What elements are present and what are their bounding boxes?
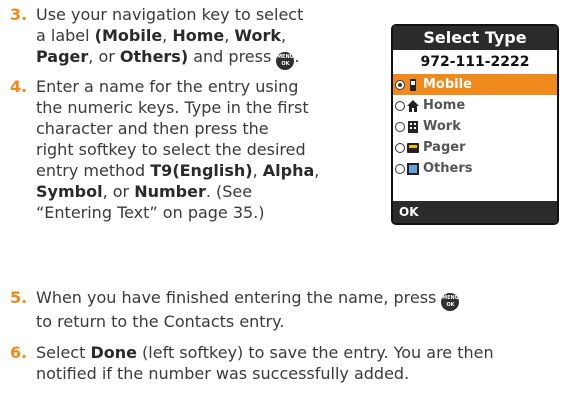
pager-icon <box>407 142 419 153</box>
step-text-line: Pager, or Others) and press MENU OK. <box>36 46 303 70</box>
step-text-line: Select Done (left softkey) to save the e… <box>36 343 494 362</box>
step-text-line: entry method T9(English), Alpha, <box>36 161 320 180</box>
step-text-line: When you have finished entering the name… <box>36 287 460 311</box>
option-label: Home <box>423 98 466 113</box>
house-icon <box>407 99 419 112</box>
step-text-line: notified if the number was successfully … <box>36 364 410 383</box>
menu-ok-button-icon: MENU OK <box>276 52 295 70</box>
step-text-line: Enter a name for the entry using <box>36 77 299 96</box>
option-label: Mobile <box>423 77 472 92</box>
option-label: Work <box>423 119 461 134</box>
screen-title: Select Type <box>393 26 557 50</box>
radio-icon <box>395 163 405 174</box>
step-number: 4. <box>10 77 28 96</box>
radio-icon <box>395 121 405 132</box>
contact-number: 972-111-2222 <box>420 54 530 70</box>
step-text-line: to return to the Contacts entry. <box>36 312 285 331</box>
building-icon <box>408 120 418 133</box>
radio-selected-icon <box>395 79 405 90</box>
step-text-line: Symbol, or Number. (See <box>36 182 253 201</box>
radio-icon <box>395 142 405 153</box>
mobile-phone-icon <box>410 78 416 91</box>
step-text-line: right softkey to select the desired <box>36 140 306 159</box>
softkey-ok[interactable]: OK <box>393 201 557 223</box>
step-text-line: “Entering Text” on page 35.) <box>36 203 265 222</box>
option-others[interactable]: Others <box>393 158 557 179</box>
menu-ok-button-icon: MENU OK <box>441 293 460 311</box>
step-number: 3. <box>10 5 28 24</box>
radio-icon <box>395 100 405 111</box>
option-pager[interactable]: Pager <box>393 137 557 158</box>
step-number: 5. <box>10 288 28 307</box>
option-home[interactable]: Home <box>393 95 557 116</box>
contact-card-icon <box>407 162 419 175</box>
option-mobile[interactable]: Mobile <box>393 74 557 95</box>
option-label: Others <box>423 161 473 176</box>
step-text-line: character and then press the <box>36 119 269 138</box>
step-text-line: Use your navigation key to select <box>36 5 304 24</box>
step-number: 6. <box>10 343 28 362</box>
step-text-line: a label (Mobile, Home, Work, <box>36 26 287 45</box>
phone-screen: Select Type 972-111-2222 Mobile Home Wor… <box>391 24 559 225</box>
option-work[interactable]: Work <box>393 116 557 137</box>
step-text-line: the numeric keys. Type in the first <box>36 98 309 117</box>
option-label: Pager <box>423 140 466 155</box>
